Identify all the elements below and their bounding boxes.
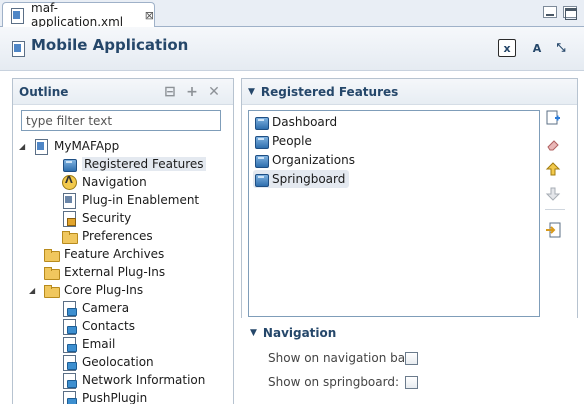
add-feature-icon[interactable] — [545, 110, 561, 126]
tree-node-label: PushPlugin — [82, 391, 148, 404]
tree-node-label: Contacts — [82, 319, 135, 333]
navigation-title: Navigation — [262, 326, 337, 340]
toolbar-separator — [545, 209, 565, 210]
editor-tab-bar: maf-application.xml ⊠ — [0, 0, 584, 29]
tree-node[interactable]: Network Information — [61, 371, 205, 389]
tree-node-label: Camera — [82, 301, 130, 315]
feature-label: People — [272, 134, 312, 148]
show-on-nav-bar-checkbox[interactable] — [405, 352, 418, 365]
tree-node[interactable]: Plug-in Enablement — [61, 191, 199, 209]
tree-node-label: Core Plug-Ins — [64, 283, 144, 297]
tree-node[interactable]: PushPlugin — [61, 389, 147, 404]
tree-node[interactable]: Security — [61, 209, 131, 227]
tree-node[interactable]: Geolocation — [61, 353, 154, 371]
tree-node-label: Feature Archives — [64, 247, 165, 261]
tree-node[interactable]: Contacts — [61, 317, 135, 335]
font-icon-button[interactable]: A — [528, 39, 546, 57]
show-on-springboard-checkbox[interactable] — [405, 376, 418, 389]
feature-list-item[interactable]: Organizations — [253, 151, 355, 169]
show-on-springboard-row: Show on springboard: — [268, 375, 399, 389]
folder-icon — [43, 246, 60, 262]
registered-features-title: Registered Features — [260, 84, 399, 99]
nav-icon — [61, 174, 77, 190]
move-up-icon[interactable] — [545, 161, 561, 177]
tree-node[interactable]: Feature Archives — [43, 245, 164, 263]
remove-icon[interactable]: ✕ — [207, 84, 221, 100]
cube-icon — [253, 133, 269, 149]
outline-toolbar: ⊟ + ✕ — [163, 84, 221, 100]
collapse-triangle-icon: ▼ — [250, 328, 257, 338]
plug-icon — [61, 318, 77, 335]
feature-list-item[interactable]: People — [253, 132, 312, 150]
add-icon[interactable]: + — [185, 84, 199, 100]
tree-node-label: Email — [82, 337, 116, 351]
feature-list-item[interactable]: Springboard — [253, 170, 350, 188]
show-on-nav-bar-row: Show on navigation bar: — [268, 351, 414, 365]
tree-node-label: Security — [82, 211, 132, 225]
move-down-icon[interactable] — [545, 186, 561, 202]
tree-node[interactable]: Preferences — [61, 227, 153, 245]
cube-icon — [253, 152, 269, 168]
insert-feature-icon[interactable] — [545, 222, 561, 238]
expand-toggle-icon[interactable]: ◢ — [19, 142, 29, 151]
page-icon — [61, 192, 77, 209]
editor-tab[interactable]: maf-application.xml ⊠ — [2, 1, 155, 29]
show-on-nav-bar-label: Show on navigation bar: — [268, 351, 414, 365]
tree-node-label: MyMAFApp — [54, 139, 120, 153]
xml-view-button[interactable]: x — [498, 39, 516, 57]
tree-node[interactable]: Navigation — [61, 173, 147, 191]
registered-features-panel: ▼ Registered Features Dashboard People Org… — [241, 78, 578, 318]
feature-label: Dashboard — [272, 115, 338, 129]
registered-features-header[interactable]: ▼ Registered Features — [242, 79, 577, 105]
tree-node-label: Navigation — [82, 175, 147, 189]
plug-icon — [61, 354, 77, 371]
mobile-application-icon — [10, 40, 26, 57]
feature-list-item[interactable]: Dashboard — [253, 113, 337, 131]
tree-node-label: Network Information — [82, 373, 206, 387]
plug-icon — [61, 336, 77, 353]
plug-icon — [61, 300, 77, 317]
folder-icon — [61, 228, 78, 244]
tree-node[interactable]: External Plug-Ins — [43, 263, 165, 281]
cube-icon — [253, 171, 269, 187]
xml-file-icon — [9, 7, 25, 24]
cube-icon — [61, 156, 77, 172]
tree-node[interactable]: Registered Features — [61, 155, 206, 173]
expand-toggle-icon[interactable]: ◢ — [29, 286, 39, 295]
outline-title: Outline — [19, 84, 69, 99]
tree-node[interactable]: Camera — [61, 299, 129, 317]
editor-header: Mobile Application x A ⤡ — [0, 27, 584, 71]
close-tab-icon[interactable]: ⊠ — [145, 9, 154, 22]
features-list[interactable]: Dashboard People Organizations Springboard — [248, 110, 540, 317]
delete-feature-icon[interactable] — [545, 136, 561, 152]
tree-node-label: Registered Features — [82, 157, 206, 171]
editor-tab-label: maf-application.xml — [31, 1, 124, 29]
app-file-icon — [33, 138, 49, 155]
feature-label: Springboard — [272, 172, 346, 186]
folder-icon — [43, 282, 60, 298]
maximize-icon[interactable] — [563, 6, 577, 20]
tree-node-label: Plug-in Enablement — [82, 193, 200, 207]
tree-node-label: Geolocation — [82, 355, 154, 369]
minimize-icon[interactable] — [543, 6, 557, 18]
navigation-header[interactable]: ▼ Navigation — [250, 326, 336, 340]
plug-icon — [61, 390, 77, 404]
feature-label: Organizations — [272, 153, 355, 167]
show-on-springboard-label: Show on springboard: — [268, 375, 400, 389]
cube-icon — [253, 114, 269, 130]
filter-input[interactable] — [21, 110, 221, 131]
tree-node[interactable]: ◢ Core Plug-Ins — [29, 281, 144, 299]
collapse-all-icon[interactable]: ⊟ — [163, 84, 177, 100]
collapse-triangle-icon: ▼ — [248, 86, 255, 97]
outline-panel: Outline ⊟ + ✕ ◢ MyMAFApp Registered Featur… — [12, 78, 234, 404]
pin-icon-button[interactable]: ⤡ — [552, 39, 570, 57]
tree-node[interactable]: ◢ MyMAFApp — [19, 137, 120, 155]
folder-icon — [43, 264, 60, 280]
lock-page-icon — [61, 210, 77, 227]
page-title: Mobile Application — [31, 36, 189, 54]
tree-node[interactable]: Email — [61, 335, 115, 353]
tree-node-label: External Plug-Ins — [64, 265, 166, 279]
tree-node-label: Preferences — [82, 229, 153, 243]
plug-icon — [61, 372, 77, 389]
